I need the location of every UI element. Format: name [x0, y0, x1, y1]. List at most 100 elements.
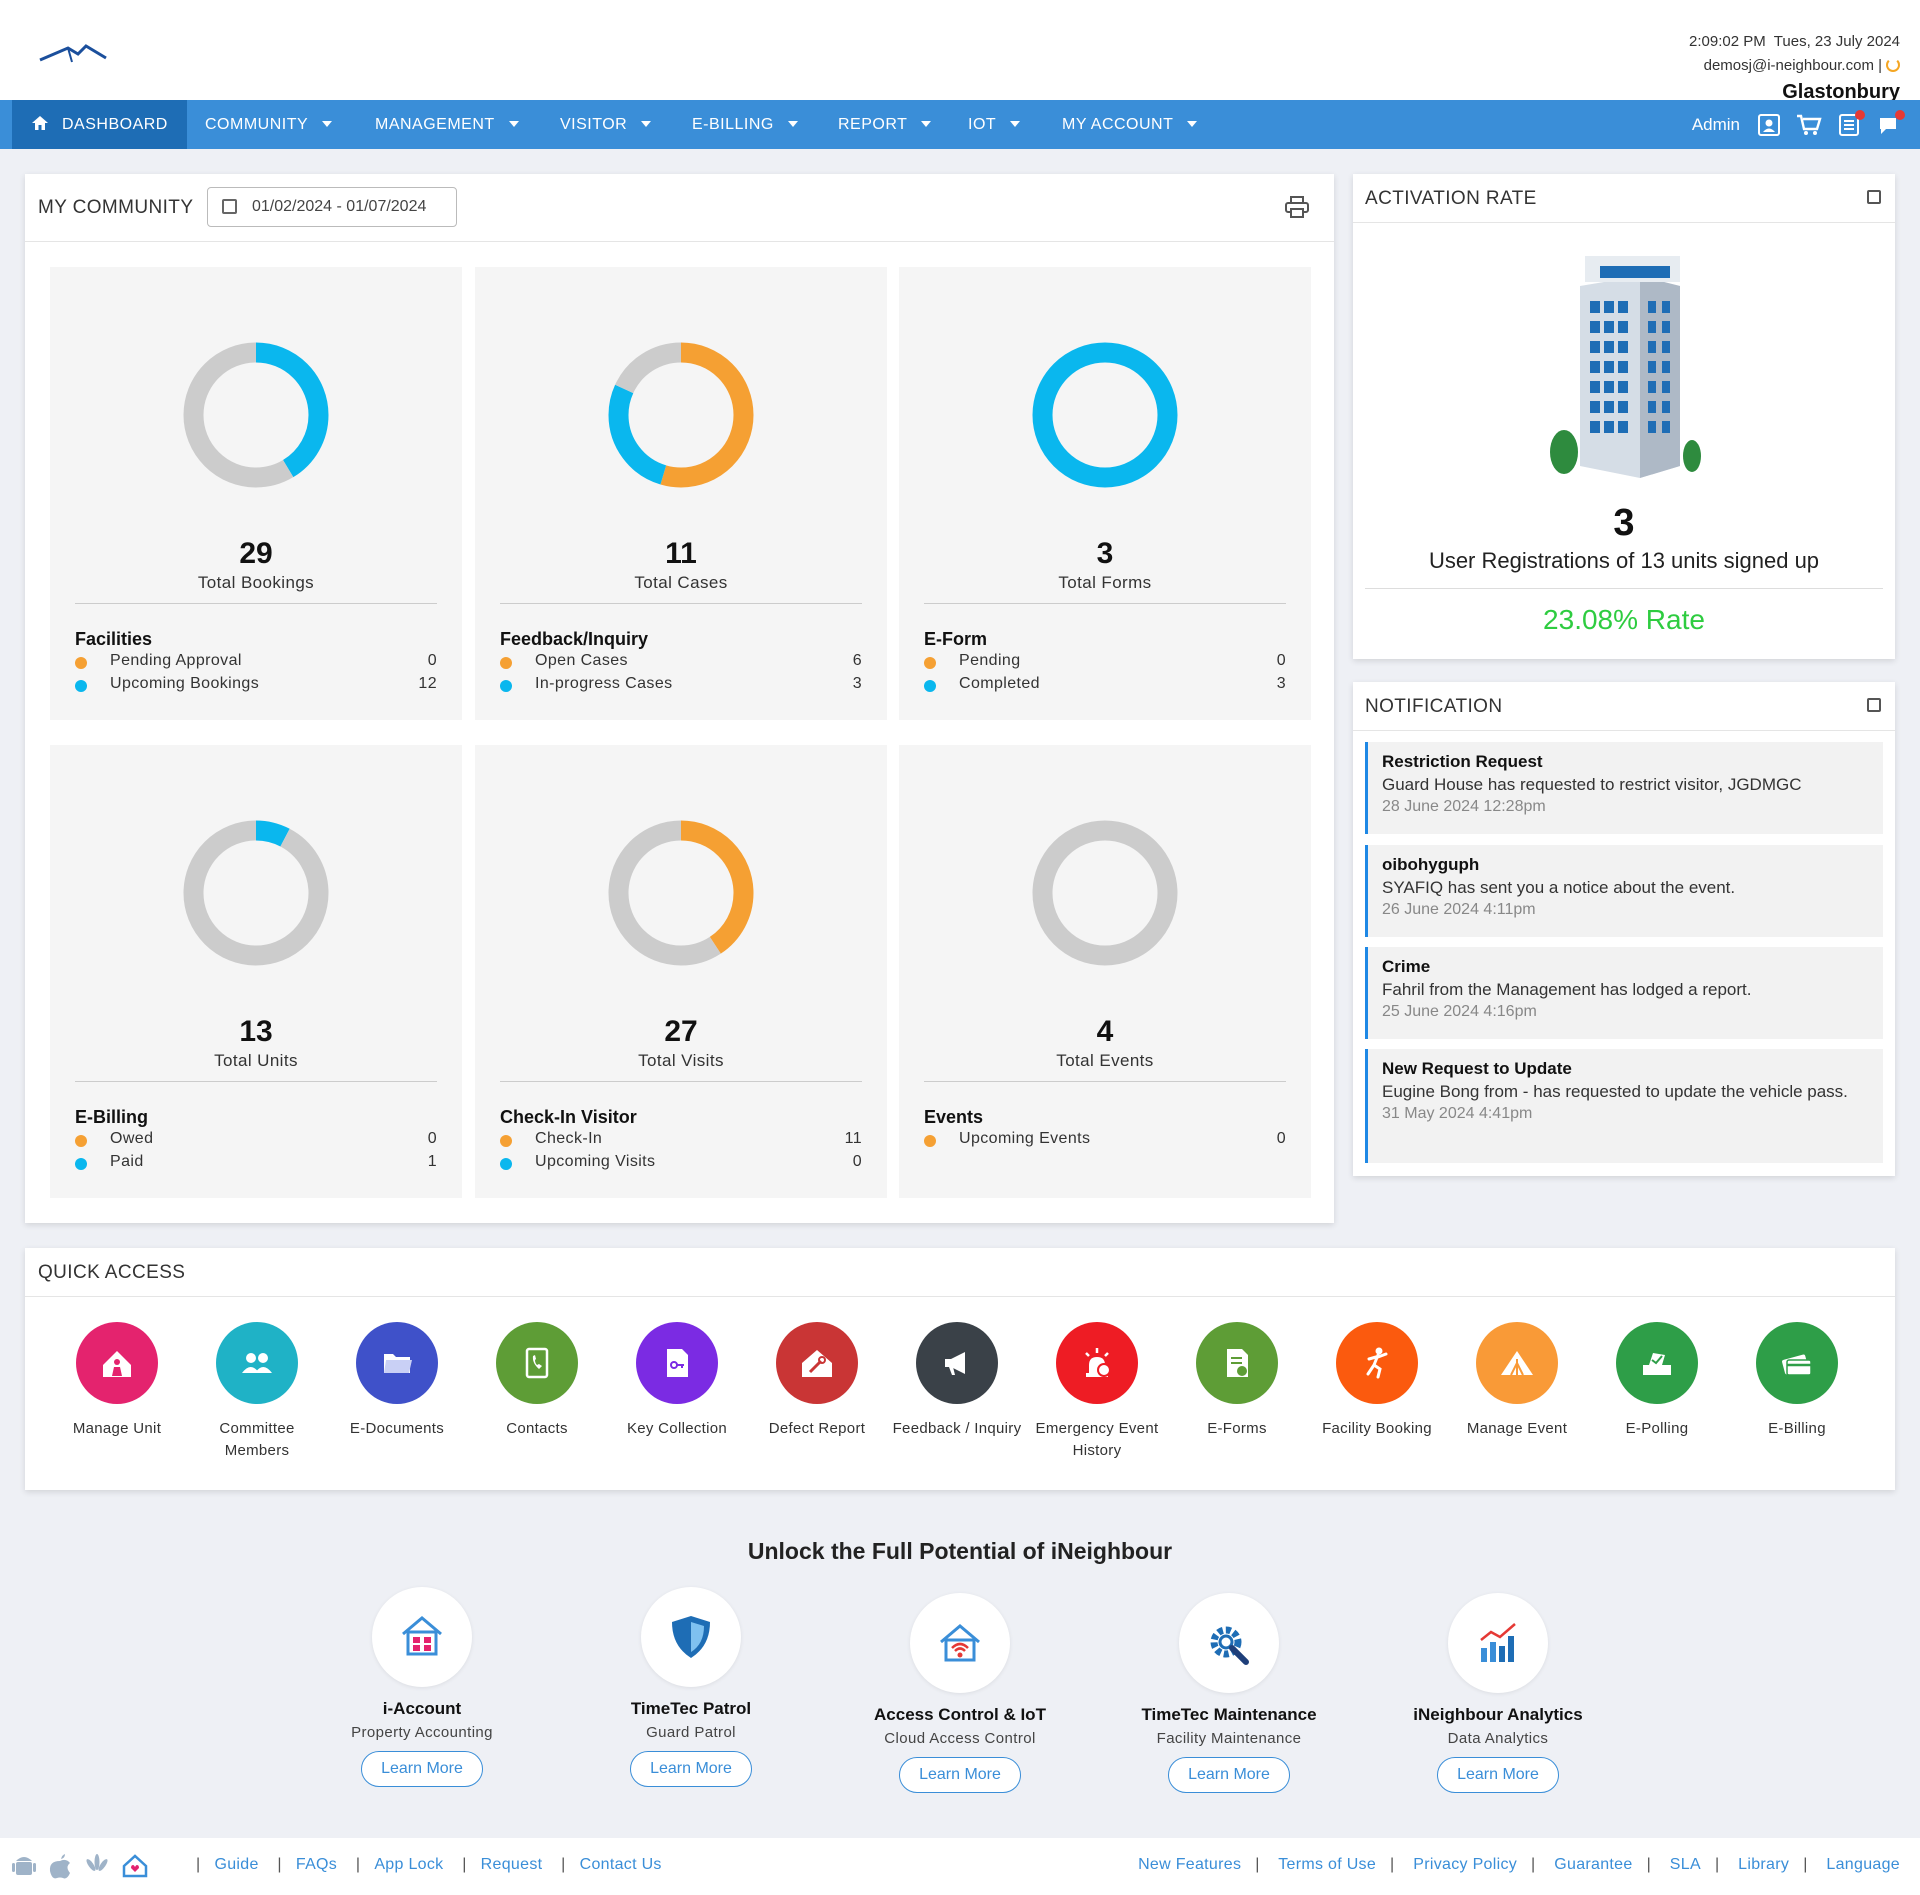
key-doc-icon[interactable] [636, 1322, 718, 1404]
runner-icon[interactable] [1336, 1322, 1418, 1404]
footer-link-guide[interactable]: Guide [214, 1856, 258, 1873]
promo-name: i-Account [382, 1699, 462, 1718]
user-email: demosj@i-neighbour.com | [1703, 57, 1882, 74]
legend-dot [500, 657, 512, 669]
print-icon[interactable] [1285, 196, 1309, 218]
nav-report[interactable]: REPORT [838, 100, 932, 149]
megaphone-icon[interactable] [916, 1322, 998, 1404]
notification-item[interactable]: New Request to Update Eugine Bong from - … [1365, 1049, 1883, 1163]
footer-link-privacy[interactable]: Privacy Policy [1413, 1856, 1517, 1873]
quick-access-item[interactable]: Manage Event [1452, 1322, 1582, 1440]
stat-card[interactable]: 29 Total Bookings Facilities Pending Approv… [50, 267, 462, 720]
footer-link-terms[interactable]: Terms of Use [1278, 1856, 1376, 1873]
card-icon[interactable] [1756, 1322, 1838, 1404]
footer-link-contact-us[interactable]: Contact Us [580, 1856, 662, 1873]
quick-access-item[interactable]: Committee Members [192, 1322, 322, 1462]
tent-icon[interactable] [1476, 1322, 1558, 1404]
apple-icon[interactable] [48, 1854, 72, 1880]
footer-link-new-features[interactable]: New Features [1138, 1856, 1241, 1873]
learn-more-button[interactable]: Learn More [1168, 1757, 1290, 1793]
siren-icon[interactable] [1056, 1322, 1138, 1404]
date-range-picker[interactable]: 01/02/2024 - 01/07/2024 [207, 187, 457, 227]
stat-total: 11 [665, 537, 697, 570]
huawei-icon[interactable] [84, 1854, 110, 1878]
vote-icon[interactable] [1616, 1322, 1698, 1404]
phonebook-icon[interactable] [496, 1322, 578, 1404]
footer-link-library[interactable]: Library [1738, 1856, 1789, 1873]
donut-segment-grey [183, 820, 329, 966]
notification-item[interactable]: Restriction Request Guard House has reque… [1365, 742, 1883, 834]
admin-label[interactable]: Admin [1692, 115, 1740, 135]
learn-more-button[interactable]: Learn More [361, 1751, 483, 1787]
footer-link-request[interactable]: Request [481, 1856, 543, 1873]
footer-links-right: New Features | Terms of Use | Privacy Poli… [1138, 1856, 1900, 1874]
learn-more-button[interactable]: Learn More [1437, 1757, 1559, 1793]
android-icon[interactable] [12, 1854, 36, 1880]
quick-access-item[interactable]: Contacts [472, 1322, 602, 1440]
quick-access-label: Emergency Event History [1035, 1420, 1159, 1459]
quick-access-item[interactable]: Facility Booking [1312, 1322, 1442, 1440]
legend-dot [924, 657, 936, 669]
folder-icon[interactable] [356, 1322, 438, 1404]
footer-link-sla[interactable]: SLA [1670, 1856, 1701, 1873]
quick-access-item[interactable]: Emergency Event History [1032, 1322, 1162, 1462]
power-icon[interactable] [1886, 58, 1900, 72]
external-link-icon[interactable] [1867, 190, 1881, 204]
quick-access-item[interactable]: Defect Report [752, 1322, 882, 1440]
quick-access-item[interactable]: E-Polling [1592, 1322, 1722, 1440]
external-link-icon[interactable] [1867, 698, 1881, 712]
chart-icon [1448, 1593, 1548, 1693]
profile-icon[interactable] [1756, 112, 1782, 138]
nav-ebilling[interactable]: E-BILLING [692, 100, 798, 149]
stat-total: 4 [1096, 1015, 1114, 1048]
nav-visitor[interactable]: VISITOR [560, 100, 652, 149]
footer-link-faqs[interactable]: FAQs [296, 1856, 337, 1873]
people-icon[interactable] [216, 1322, 298, 1404]
footer-link-app-lock[interactable]: App Lock [374, 1856, 443, 1873]
ineighbour-app-icon[interactable] [122, 1854, 148, 1878]
stat-label: Total Bookings [197, 573, 315, 592]
stat-card[interactable]: 11 Total Cases Feedback/Inquiry Open Cases 6… [475, 267, 887, 720]
promo-item: iNeighbour Analytics Data Analytics Learn … [1388, 1593, 1608, 1793]
quick-access-item[interactable]: E-Forms [1172, 1322, 1302, 1440]
ineighbour-logo[interactable] [38, 40, 108, 66]
nav-dashboard[interactable]: DASHBOARD [12, 100, 187, 149]
quick-access-item[interactable]: Feedback / Inquiry [892, 1322, 1022, 1440]
cart-icon[interactable] [1796, 112, 1822, 138]
chat-bell-icon[interactable] [1876, 109, 1905, 138]
stat-card[interactable]: 13 Total Units E-Billing Owed 0 Paid 1 [50, 745, 462, 1198]
nav-label: COMMUNITY [205, 116, 309, 133]
nav-management[interactable]: MANAGEMENT [375, 100, 519, 149]
quick-access-item[interactable]: Key Collection [612, 1322, 742, 1440]
notification-item[interactable]: Crime Fahril from the Management has lodg… [1365, 947, 1883, 1039]
stat-card[interactable]: 4 Total Events Events Upcoming Events 0 [899, 745, 1311, 1198]
stat-label: Total Visits [638, 1051, 724, 1070]
quick-access-item[interactable]: E-Documents [332, 1322, 462, 1440]
house-wifi-icon [910, 1593, 1010, 1693]
stat-card[interactable]: 27 Total Visits Check-In Visitor Check-In 11… [475, 745, 887, 1198]
nav-community[interactable]: COMMUNITY [205, 100, 333, 149]
separator: | [1531, 1856, 1536, 1873]
legend-value: 0 [1276, 652, 1286, 669]
legend-dot [500, 1135, 512, 1147]
footer-link-language[interactable]: Language [1826, 1856, 1900, 1873]
nav-iot[interactable]: IOT [968, 100, 1021, 149]
task-list-icon[interactable] [1836, 109, 1865, 138]
legend-label: Owed [110, 1130, 154, 1147]
quick-access-item[interactable]: Manage Unit [52, 1322, 182, 1440]
stat-card[interactable]: 3 Total Forms E-Form Pending 0 Completed 3 [899, 267, 1311, 720]
main-nav: DASHBOARD COMMUNITY MANAGEMENT VISITOR E… [0, 100, 1920, 149]
footer-link-guarantee[interactable]: Guarantee [1554, 1856, 1632, 1873]
house-person-icon[interactable] [76, 1322, 158, 1404]
quick-access-item[interactable]: E-Billing [1732, 1322, 1862, 1440]
notification-title: Crime [1382, 957, 1431, 976]
learn-more-button[interactable]: Learn More [630, 1751, 752, 1787]
learn-more-button[interactable]: Learn More [899, 1757, 1021, 1793]
stat-section-title: Feedback/Inquiry [500, 629, 649, 649]
form-icon[interactable] [1196, 1322, 1278, 1404]
notification-item[interactable]: oibohyguph SYAFIQ has sent you a notice a… [1365, 845, 1883, 937]
notification-date: 28 June 2024 12:28pm [1382, 798, 1546, 815]
nav-my-account[interactable]: MY ACCOUNT [1062, 100, 1198, 149]
house-wrench-icon[interactable] [776, 1322, 858, 1404]
legend-dot [500, 1158, 512, 1170]
